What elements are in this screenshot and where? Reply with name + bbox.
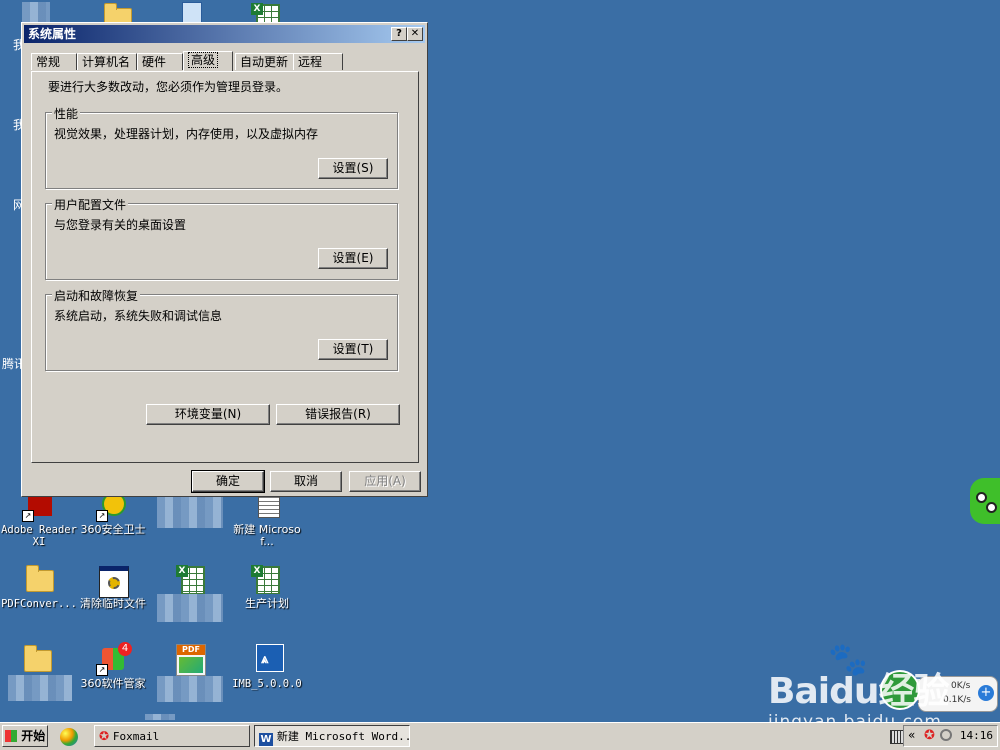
group-description: 视觉效果，处理器计划，内存使用，以及虚拟内存 <box>54 127 319 141</box>
apply-button[interactable]: 应用(A) <box>349 471 421 492</box>
close-button[interactable]: ✕ <box>407 27 423 41</box>
blurred-icon[interactable] <box>8 675 72 701</box>
dialog-title: 系统属性 <box>28 27 77 41</box>
folder-icon <box>22 562 56 596</box>
start-label: 开始 <box>21 729 46 743</box>
icon-label: 清除临时文件 <box>80 597 146 610</box>
cancel-button[interactable]: 取消 <box>270 471 342 492</box>
system-properties-dialog: 系统属性 ? ✕ 常规 计算机名 硬件 高级 自动更新 远程 要进行大多数改动，… <box>21 22 428 497</box>
sync-tray-icon[interactable] <box>940 729 952 741</box>
icon-label: PDFConver... <box>1 598 77 610</box>
start-button[interactable]: 开始 <box>2 725 48 747</box>
user-profiles-group: 用户配置文件 与您登录有关的桌面设置 设置(E) <box>45 196 398 280</box>
blurred-icon[interactable] <box>145 714 175 720</box>
user-profiles-settings-button[interactable]: 设置(E) <box>318 248 388 269</box>
quick-launch-icon[interactable] <box>60 728 78 746</box>
group-title: 用户配置文件 <box>52 196 129 213</box>
shortcut-arrow-icon: ↗ <box>96 664 108 676</box>
desktop-icon-adobe-reader[interactable]: ↗ Adobe Reader XI <box>0 488 78 548</box>
desktop-icon-360-software[interactable]: 4 ↗ 360软件管家 <box>74 642 152 690</box>
desktop-icon-new-word[interactable]: 新建 Microsof... <box>228 488 306 548</box>
word-icon: W <box>259 733 273 746</box>
icon-label: IMB_5.0.0.0 <box>232 678 302 690</box>
group-title: 启动和故障恢复 <box>52 287 141 304</box>
taskbar: 开始 ✪ Foxmail W 新建 Microsoft Word... « ✪ … <box>0 722 1000 750</box>
pdf-badge: PDF <box>177 645 205 655</box>
icon-label: 新建 Microsof... <box>233 523 301 548</box>
blurred-icon[interactable] <box>157 594 223 622</box>
tab-advanced[interactable]: 高级 <box>183 51 233 71</box>
group-title: 性能 <box>52 105 81 122</box>
shortcut-arrow-icon: ↗ <box>96 510 108 522</box>
group-description: 系统启动，系统失败和调试信息 <box>54 309 223 323</box>
foxmail-icon: ✪ <box>99 729 110 743</box>
startup-recovery-group: 启动和故障恢复 系统启动，系统失败和调试信息 设置(T) <box>45 287 398 371</box>
keyboard-icon[interactable] <box>890 730 904 744</box>
taskbar-item-label: Foxmail <box>112 730 160 743</box>
group-description: 与您登录有关的桌面设置 <box>54 218 187 232</box>
performance-settings-button[interactable]: 设置(S) <box>318 158 388 179</box>
clock[interactable]: 14:16 <box>960 729 993 742</box>
upload-speed: 0K/s <box>951 681 971 691</box>
environment-variables-button[interactable]: 环境变量(N) <box>146 404 270 425</box>
tab-hardware[interactable]: 硬件 <box>137 53 183 70</box>
error-reporting-button[interactable]: 错误报告(R) <box>276 404 400 425</box>
advanced-tab-panel: 要进行大多数改动，您必须作为管理员登录。 性能 视觉效果，处理器计划，内存使用，… <box>31 71 419 463</box>
excel-icon[interactable] <box>175 562 209 594</box>
taskbar-item-foxmail[interactable]: ✪ Foxmail <box>94 725 250 747</box>
360-software-manager-icon: 4 ↗ <box>96 642 132 676</box>
tab-remote[interactable]: 远程 <box>293 53 343 70</box>
desktop-icon-imb[interactable]: ⩓ IMB_5.0.0.0 <box>228 642 306 690</box>
tab-general[interactable]: 常规 <box>31 53 77 70</box>
blurred-icon[interactable] <box>157 492 223 528</box>
icon-label: Adobe Reader XI <box>1 524 77 548</box>
admin-notice: 要进行大多数改动，您必须作为管理员登录。 <box>48 80 289 94</box>
tab-advanced-label: 高级 <box>188 52 219 68</box>
excel-icon <box>250 562 284 596</box>
blurred-icon[interactable] <box>157 676 223 702</box>
weibo-tray-icon[interactable]: ✪ <box>924 728 935 743</box>
dialog-titlebar[interactable]: 系统属性 ? ✕ <box>24 25 425 43</box>
desktop-icon-production-plan[interactable]: 生产计划 <box>228 562 306 610</box>
desktop-icon-pdfconverter[interactable]: PDFConver... <box>0 562 78 610</box>
taskbar-item-label: 新建 Microsoft Word... <box>276 730 410 743</box>
performance-group: 性能 视觉效果，处理器计划，内存使用，以及虚拟内存 设置(S) <box>45 105 398 189</box>
icon-label: 360安全卫士 <box>80 523 146 536</box>
batch-file-icon <box>96 562 130 598</box>
tab-automatic-updates[interactable]: 自动更新 <box>235 53 295 70</box>
tray-expand-chevron[interactable]: « <box>908 728 915 742</box>
startup-recovery-settings-button[interactable]: 设置(T) <box>318 339 388 360</box>
taskbar-item-word[interactable]: W 新建 Microsoft Word... <box>254 725 410 747</box>
watermark-paw-icon: 🐾 <box>828 640 868 678</box>
pdf-file-icon[interactable]: PDF <box>176 644 206 676</box>
help-button[interactable]: ? <box>391 27 407 41</box>
imb-app-icon: ⩓ <box>250 642 284 676</box>
icon-label: 360软件管家 <box>80 677 146 690</box>
tab-computer-name[interactable]: 计算机名 <box>77 53 137 70</box>
mascot-icon[interactable] <box>970 478 1000 524</box>
windows-logo-icon <box>5 730 17 742</box>
folder-icon[interactable] <box>20 642 54 672</box>
icon-label: 生产计划 <box>245 597 289 610</box>
ok-button[interactable]: 确定 <box>191 470 265 493</box>
desktop-icon-clean-temp[interactable]: 清除临时文件 <box>74 562 152 610</box>
add-icon[interactable]: + <box>978 685 994 701</box>
system-tray: « ✪ 14:16 <box>903 725 998 747</box>
notification-badge: 4 <box>118 642 132 656</box>
shortcut-arrow-icon: ↗ <box>22 510 34 522</box>
